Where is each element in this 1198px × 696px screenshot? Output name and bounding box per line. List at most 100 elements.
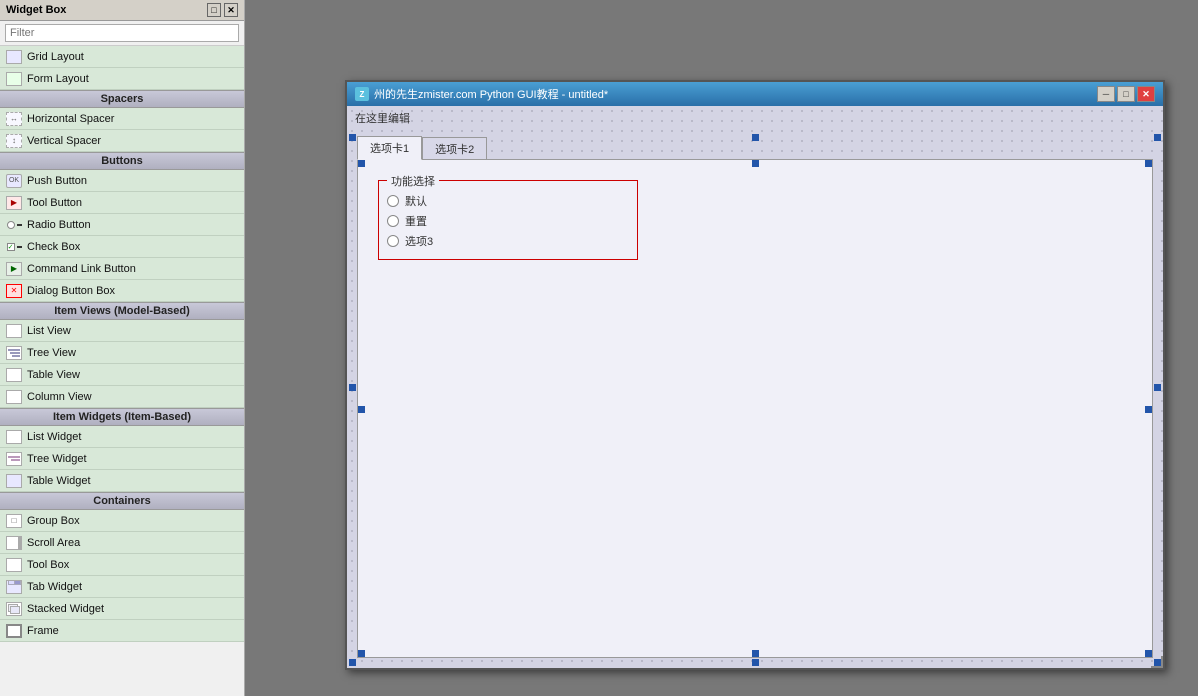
list-view-icon xyxy=(6,324,22,338)
qt-designer-window: Z 州的先生zmister.com Python GUI教程 - untitle… xyxy=(345,80,1165,670)
tree-view-label: Tree View xyxy=(27,347,76,359)
grid-layout-icon xyxy=(6,50,22,64)
grid-layout-label: Grid Layout xyxy=(27,51,84,63)
widget-item-radio-button[interactable]: Radio Button xyxy=(0,214,244,236)
outer-resize-ml[interactable] xyxy=(349,384,356,391)
category-buttons: Buttons xyxy=(0,152,244,170)
float-button[interactable]: □ xyxy=(207,3,221,17)
outer-resize-mr[interactable] xyxy=(1154,384,1161,391)
table-widget-label: Table Widget xyxy=(27,475,91,487)
outer-resize-bl[interactable] xyxy=(349,659,356,666)
radio-option-3: 选项3 xyxy=(387,231,629,251)
widget-filter-input[interactable] xyxy=(5,24,239,42)
form-layout-icon xyxy=(6,72,22,86)
category-item-views: Item Views (Model-Based) xyxy=(0,302,244,320)
widget-item-tool-button[interactable]: ▶ Tool Button xyxy=(0,192,244,214)
outer-resize-tr[interactable] xyxy=(1154,134,1161,141)
horizontal-spacer-label: Horizontal Spacer xyxy=(27,113,114,125)
widget-box: Widget Box □ ✕ Grid Layout Form Layout S… xyxy=(0,0,245,696)
widget-item-frame[interactable]: Frame xyxy=(0,620,244,642)
widget-item-list-view[interactable]: List View xyxy=(0,320,244,342)
group-box-icon: □ xyxy=(6,514,22,528)
widget-box-titlebar: Widget Box □ ✕ xyxy=(0,0,244,21)
widget-item-group-box[interactable]: □ Group Box xyxy=(0,510,244,532)
form-layout-label: Form Layout xyxy=(27,73,89,85)
widget-item-tree-view[interactable]: Tree View xyxy=(0,342,244,364)
widget-item-grid-layout[interactable]: Grid Layout xyxy=(0,46,244,68)
resize-handle-mr[interactable] xyxy=(1145,406,1152,413)
resize-handle-tm[interactable] xyxy=(752,160,759,167)
widget-item-horizontal-spacer[interactable]: ↔ Horizontal Spacer xyxy=(0,108,244,130)
tool-box-icon xyxy=(6,558,22,572)
radio-label-2: 重置 xyxy=(405,213,427,229)
widget-item-push-button[interactable]: OK Push Button xyxy=(0,170,244,192)
stacked-widget-label: Stacked Widget xyxy=(27,603,104,615)
dialog-button-box-icon: ✕ xyxy=(6,284,22,298)
widget-item-scroll-area[interactable]: Scroll Area xyxy=(0,532,244,554)
radio-circle-3[interactable] xyxy=(387,235,399,247)
tab-1[interactable]: 选项卡1 xyxy=(357,136,422,160)
radio-circle-2[interactable] xyxy=(387,215,399,227)
push-button-icon: OK xyxy=(6,174,22,188)
tool-button-label: Tool Button xyxy=(27,197,82,209)
category-item-widgets: Item Widgets (Item-Based) xyxy=(0,408,244,426)
tree-widget-label: Tree Widget xyxy=(27,453,87,465)
group-box-label: Group Box xyxy=(27,515,80,527)
qt-window-title-text: 州的先生zmister.com Python GUI教程 - untitled* xyxy=(374,86,608,102)
widget-item-vertical-spacer[interactable]: ↕ Vertical Spacer xyxy=(0,130,244,152)
widget-item-table-widget[interactable]: Table Widget xyxy=(0,470,244,492)
tab-widget-label: Tab Widget xyxy=(27,581,82,593)
check-box-icon: ✓ xyxy=(6,240,22,254)
widget-item-tree-widget[interactable]: Tree Widget xyxy=(0,448,244,470)
widget-filter-container xyxy=(0,21,244,46)
qt-window-titlebar: Z 州的先生zmister.com Python GUI教程 - untitle… xyxy=(347,82,1163,106)
qt-window-controls: ─ □ ✕ xyxy=(1097,86,1155,102)
group-box-widget: 功能选择 默认 重置 选项3 xyxy=(378,180,638,260)
horizontal-spacer-icon: ↔ xyxy=(6,112,22,126)
widget-item-command-link-button[interactable]: ▶ Command Link Button xyxy=(0,258,244,280)
check-box-label: Check Box xyxy=(27,241,80,253)
widget-item-column-view[interactable]: Column View xyxy=(0,386,244,408)
size-grip[interactable] xyxy=(1151,656,1163,668)
qt-window-content[interactable]: 在这里编辑 选项卡1 选项卡2 功能选择 默认 xyxy=(347,106,1163,668)
list-widget-label: List Widget xyxy=(27,431,81,443)
widget-item-table-view[interactable]: Table View xyxy=(0,364,244,386)
edit-field-bar: 在这里编辑 xyxy=(347,106,1163,130)
vertical-spacer-label: Vertical Spacer xyxy=(27,135,101,147)
widget-item-tab-widget[interactable]: Tab Widget xyxy=(0,576,244,598)
edit-field-text: 在这里编辑 xyxy=(355,113,410,125)
dialog-button-box-label: Dialog Button Box xyxy=(27,285,115,297)
table-widget-icon xyxy=(6,474,22,488)
category-containers: Containers xyxy=(0,492,244,510)
widget-item-dialog-button-box[interactable]: ✕ Dialog Button Box xyxy=(0,280,244,302)
widget-item-tool-box[interactable]: Tool Box xyxy=(0,554,244,576)
resize-handle-tr[interactable] xyxy=(1145,160,1152,167)
column-view-label: Column View xyxy=(27,391,92,403)
close-button[interactable]: ✕ xyxy=(1137,86,1155,102)
resize-handle-ml[interactable] xyxy=(358,406,365,413)
tool-box-label: Tool Box xyxy=(27,559,69,571)
radio-circle-1[interactable] xyxy=(387,195,399,207)
qt-app-icon: Z xyxy=(355,87,369,101)
widget-item-form-layout[interactable]: Form Layout xyxy=(0,68,244,90)
radio-label-1: 默认 xyxy=(405,193,427,209)
widget-box-controls: □ ✕ xyxy=(207,3,238,17)
outer-resize-tl[interactable] xyxy=(349,134,356,141)
resize-handle-tl[interactable] xyxy=(358,160,365,167)
frame-label: Frame xyxy=(27,625,59,637)
radio-option-1: 默认 xyxy=(387,191,629,211)
tab-2[interactable]: 选项卡2 xyxy=(422,137,487,160)
maximize-button[interactable]: □ xyxy=(1117,86,1135,102)
widget-item-stacked-widget[interactable]: Stacked Widget xyxy=(0,598,244,620)
widget-item-check-box[interactable]: ✓ Check Box xyxy=(0,236,244,258)
resize-handle-bl[interactable] xyxy=(358,650,365,657)
widget-item-list-widget[interactable]: List Widget xyxy=(0,426,244,448)
minimize-button[interactable]: ─ xyxy=(1097,86,1115,102)
tab-widget-container: 选项卡1 选项卡2 功能选择 默认 重置 xyxy=(357,136,1153,658)
scroll-area-icon xyxy=(6,536,22,550)
resize-handle-bm[interactable] xyxy=(752,650,759,657)
close-button[interactable]: ✕ xyxy=(224,3,238,17)
outer-resize-tm[interactable] xyxy=(752,134,759,141)
outer-resize-bm[interactable] xyxy=(752,659,759,666)
group-box-title: 功能选择 xyxy=(387,173,439,189)
